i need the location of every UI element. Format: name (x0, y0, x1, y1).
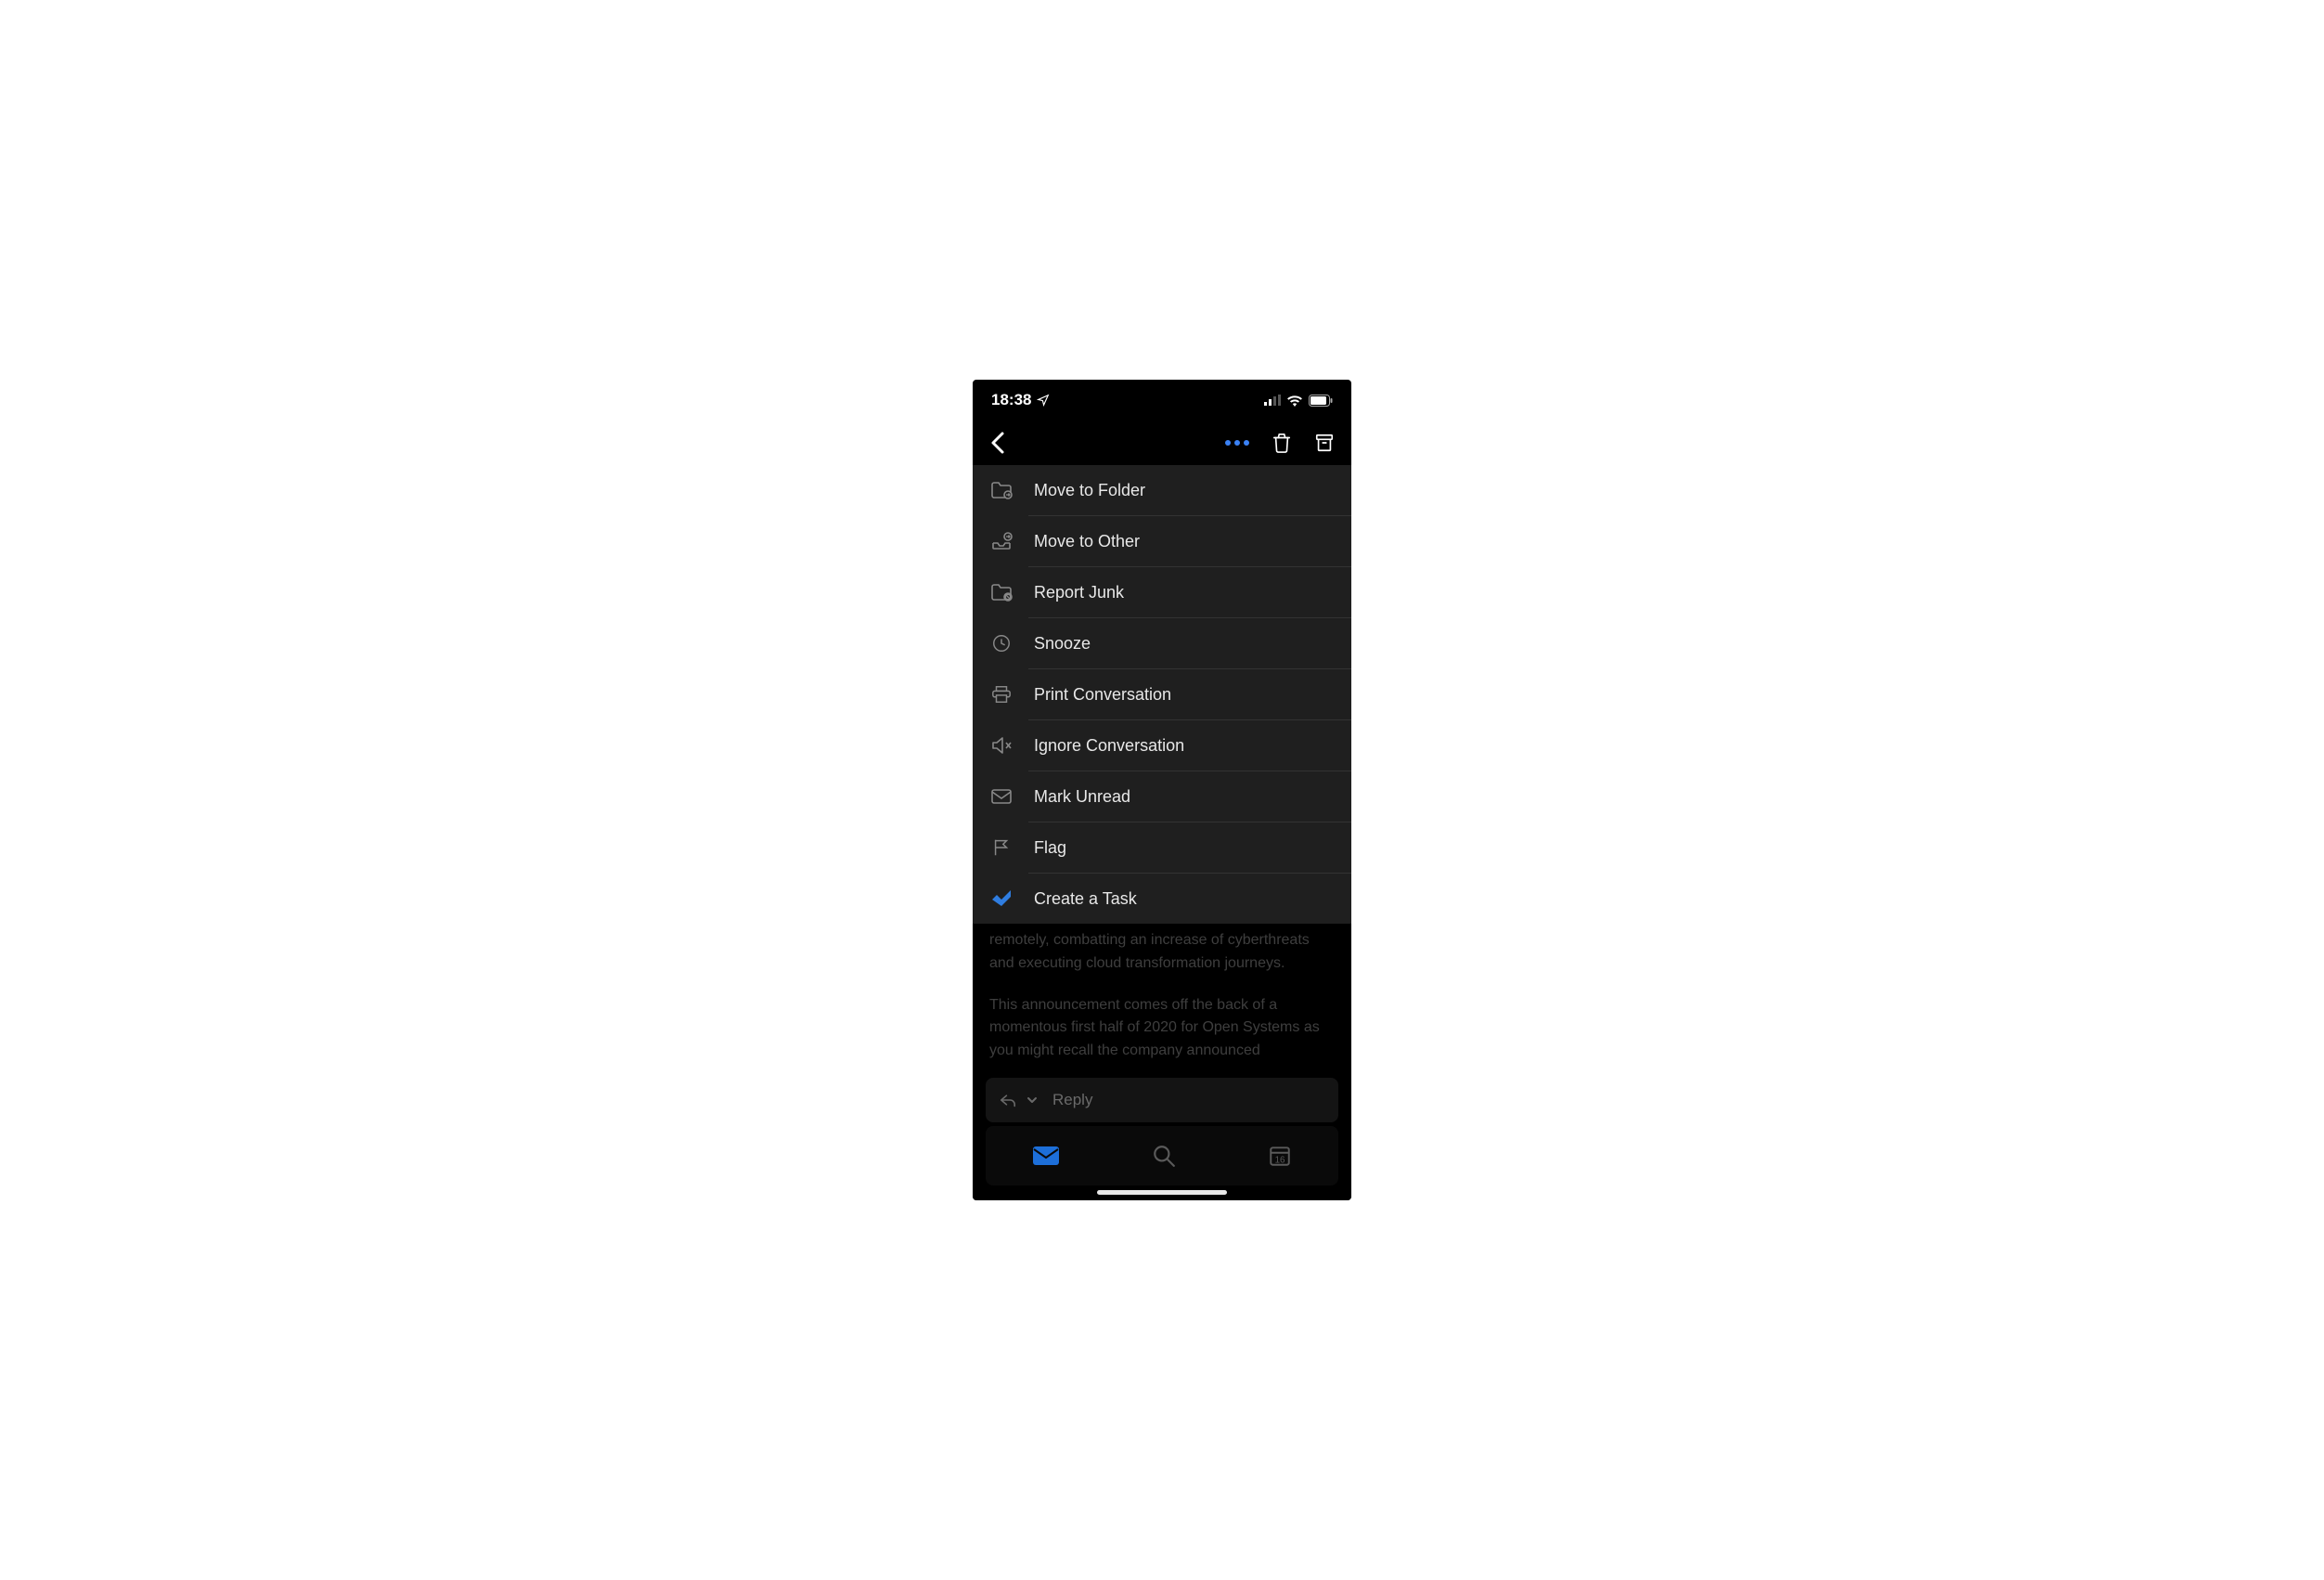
menu-item-flag[interactable]: Flag (973, 822, 1351, 873)
menu-item-move-to-other[interactable]: Move to Other (973, 516, 1351, 566)
search-icon (1152, 1144, 1176, 1168)
cellular-icon (1264, 395, 1281, 406)
reply-label: Reply (1052, 1091, 1092, 1109)
menu-item-label: Flag (1034, 822, 1335, 873)
archive-icon (1314, 433, 1335, 453)
menu-item-ignore-conversation[interactable]: Ignore Conversation (973, 720, 1351, 771)
status-bar: 18:38 (973, 380, 1351, 421)
archive-button[interactable] (1314, 433, 1335, 453)
bottom-nav: 16 (986, 1126, 1338, 1185)
status-left: 18:38 (991, 391, 1050, 409)
flag-icon (989, 837, 1014, 858)
status-time: 18:38 (991, 391, 1031, 409)
nav-bar (973, 421, 1351, 465)
menu-item-label: Report Junk (1034, 567, 1335, 617)
menu-item-snooze[interactable]: Snooze (973, 618, 1351, 668)
phone-screen: 18:38 (973, 380, 1351, 1200)
task-check-icon (989, 889, 1014, 908)
menu-item-label: Create a Task (1034, 874, 1335, 924)
menu-item-report-junk[interactable]: Report Junk (973, 567, 1351, 617)
calendar-icon: 16 (1268, 1144, 1292, 1168)
reply-icon (999, 1093, 1017, 1107)
clock-icon (989, 633, 1014, 654)
menu-item-mark-unread[interactable]: Mark Unread (973, 771, 1351, 822)
inbox-move-icon (989, 532, 1014, 550)
menu-item-label: Ignore Conversation (1034, 720, 1335, 771)
reply-bar[interactable]: Reply (986, 1078, 1338, 1122)
back-button[interactable] (989, 431, 1006, 455)
location-icon (1037, 394, 1050, 407)
folder-move-icon (989, 481, 1014, 499)
battery-icon (1309, 395, 1333, 407)
mail-icon (989, 788, 1014, 805)
menu-item-create-task[interactable]: Create a Task (973, 874, 1351, 924)
more-options-button[interactable] (1225, 440, 1249, 446)
menu-item-print-conversation[interactable]: Print Conversation (973, 669, 1351, 719)
email-body: remotely, combatting an increase of cybe… (973, 924, 1351, 1063)
mute-icon (989, 736, 1014, 755)
nav-calendar[interactable]: 16 (1268, 1144, 1292, 1168)
email-paragraph: This announcement comes off the back of … (989, 994, 1335, 1063)
chevron-down-icon (1026, 1095, 1038, 1105)
menu-item-move-to-folder[interactable]: Move to Folder (973, 465, 1351, 515)
menu-item-label: Print Conversation (1034, 669, 1335, 719)
status-right (1264, 395, 1333, 407)
svg-text:16: 16 (1275, 1156, 1285, 1166)
mail-filled-icon (1032, 1146, 1060, 1166)
trash-icon (1272, 432, 1292, 454)
nav-search[interactable] (1152, 1144, 1176, 1168)
junk-icon (989, 583, 1014, 602)
delete-button[interactable] (1272, 432, 1292, 454)
context-menu: Move to Folder Move to Other (973, 465, 1351, 924)
wifi-icon (1286, 395, 1303, 407)
menu-item-label: Move to Other (1034, 516, 1335, 566)
print-icon (989, 684, 1014, 705)
email-paragraph: remotely, combatting an increase of cybe… (989, 929, 1335, 976)
menu-item-label: Mark Unread (1034, 771, 1335, 822)
nav-mail[interactable] (1032, 1146, 1060, 1166)
menu-item-label: Move to Folder (1034, 465, 1335, 515)
menu-item-label: Snooze (1034, 618, 1335, 668)
home-indicator[interactable] (1097, 1190, 1227, 1195)
